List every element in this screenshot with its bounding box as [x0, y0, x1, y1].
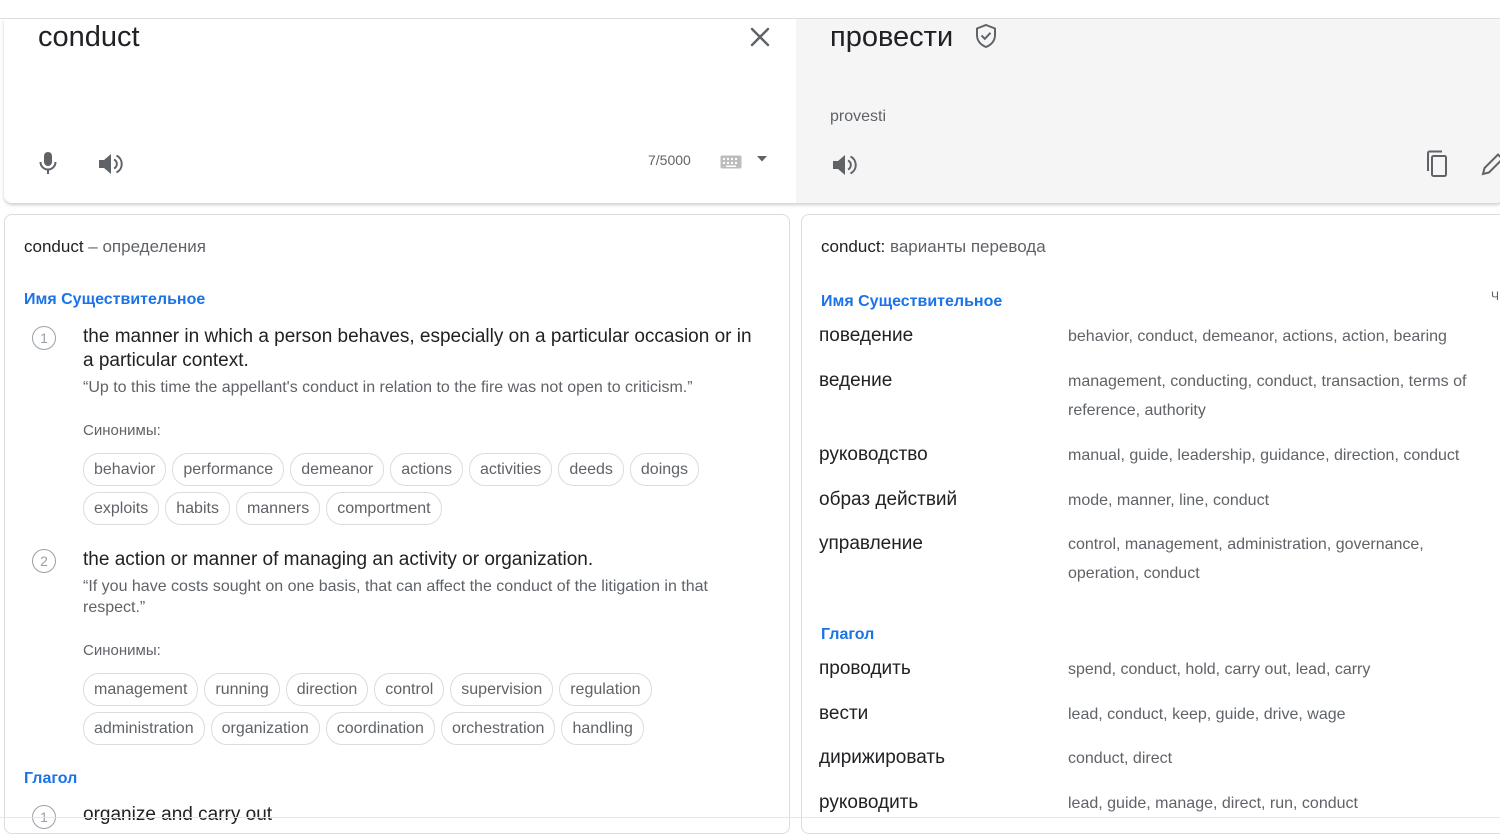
variant-word: руководство	[819, 444, 928, 465]
variant-back-translations: control, management, administration, gov…	[1068, 536, 1424, 582]
variant-back-translations: conduct, direct	[1068, 750, 1173, 767]
edit-icon[interactable]	[1480, 151, 1500, 177]
synonym-chip[interactable]: orchestration	[440, 712, 556, 745]
synonym-chip[interactable]: actions	[390, 453, 463, 486]
definition-text: organize and carry out	[83, 804, 273, 825]
variants-title: conduct: варианты перевода	[821, 237, 1046, 256]
character-count: 7/5000	[648, 152, 691, 168]
pos-noun-label: Имя Существительное	[24, 291, 206, 308]
variant-word: управление	[819, 533, 923, 554]
variant-back-translations: manual, guide, leadership, guidance, dir…	[1068, 447, 1460, 464]
synonyms-label: Синонимы:	[83, 642, 161, 659]
synonym-chip[interactable]: activities	[468, 453, 553, 486]
synonym-chip[interactable]: direction	[285, 673, 369, 706]
synonym-row: administration organization coordination…	[83, 712, 644, 745]
definitions-card: conduct – определения Имя Существительно…	[4, 214, 790, 834]
speaker-icon[interactable]	[830, 152, 860, 178]
pos-noun-label: Имя Существительное	[821, 293, 1003, 310]
synonym-chip[interactable]: exploits	[83, 492, 160, 525]
synonym-chip[interactable]: management	[83, 673, 199, 706]
definition-number: 1	[32, 326, 56, 350]
synonym-chip[interactable]: supervision	[450, 673, 554, 706]
synonym-chip[interactable]: performance	[172, 453, 285, 486]
target-pane: провести provesti	[796, 19, 1500, 203]
synonym-chip[interactable]: administration	[83, 712, 205, 745]
variant-word: дирижировать	[819, 747, 945, 768]
definition-example: “If you have costs sought on one basis, …	[83, 578, 708, 616]
definition-number: 2	[32, 549, 56, 573]
variant-back-translations: mode, manner, line, conduct	[1068, 492, 1270, 509]
synonym-chip[interactable]: demeanor	[290, 453, 385, 486]
variant-word: проводить	[819, 658, 911, 679]
definition-text: the manner in which a person behaves, es…	[83, 326, 752, 371]
synonyms-label: Синонимы:	[83, 422, 161, 439]
synonym-chip[interactable]: habits	[165, 492, 230, 525]
synonym-chip[interactable]: comportment	[326, 492, 442, 525]
synonym-chip[interactable]: regulation	[559, 673, 652, 706]
definition-example: “Up to this time the appellant's conduct…	[83, 379, 693, 396]
close-icon[interactable]	[744, 21, 776, 53]
bottom-divider	[0, 817, 1500, 818]
translation-text: провести	[830, 21, 954, 53]
copy-icon[interactable]	[1424, 149, 1450, 179]
verified-icon[interactable]	[974, 23, 998, 49]
variants-card: conduct: варианты перевода Имя Существит…	[801, 214, 1500, 834]
mic-icon[interactable]	[36, 149, 60, 177]
variant-back-translations: management, conducting, conduct, transac…	[1068, 373, 1467, 419]
synonym-chip[interactable]: manners	[235, 492, 321, 525]
pos-verb-label: Глагол	[24, 770, 78, 787]
synonym-chip[interactable]: behavior	[83, 453, 167, 486]
definition-text: the action or manner of managing an acti…	[83, 549, 594, 570]
variant-back-translations: spend, conduct, hold, carry out, lead, c…	[1068, 661, 1371, 678]
definitions-title: conduct – определения	[24, 237, 206, 256]
source-pane: conduct 7/5000	[4, 19, 796, 203]
synonym-chip[interactable]: organization	[210, 712, 320, 745]
translation-card: conduct 7/5000 провести provesti	[4, 19, 1500, 203]
synonym-chip[interactable]: handling	[561, 712, 644, 745]
variant-word: руководить	[819, 792, 919, 813]
variant-back-translations: lead, conduct, keep, guide, drive, wage	[1068, 706, 1346, 723]
synonym-row: behavior performance demeanor actions ac…	[83, 453, 700, 486]
synonym-chip[interactable]: doings	[629, 453, 700, 486]
keyboard-icon[interactable]	[720, 155, 742, 169]
synonym-chip[interactable]: coordination	[325, 712, 435, 745]
synonym-row: management running direction control sup…	[83, 673, 652, 706]
variant-word: образ действий	[819, 489, 958, 510]
synonym-chip[interactable]: running	[204, 673, 280, 706]
variant-word: поведение	[819, 325, 914, 346]
source-text-input[interactable]: conduct	[38, 21, 140, 54]
variant-word: вести	[819, 703, 869, 724]
variant-back-translations: lead, guide, manage, direct, run, conduc…	[1068, 795, 1358, 812]
dropdown-icon[interactable]	[757, 156, 767, 162]
variant-word: ведение	[819, 370, 893, 391]
variant-back-translations: behavior, conduct, demeanor, actions, ac…	[1068, 328, 1447, 345]
speaker-icon[interactable]	[96, 151, 126, 177]
transliteration: provesti	[830, 108, 887, 125]
synonym-chip[interactable]: control	[374, 673, 445, 706]
synonym-row: exploits habits manners comportment	[83, 492, 442, 525]
synonym-chip[interactable]: deeds	[558, 453, 624, 486]
pos-verb-label: Глагол	[821, 626, 875, 643]
frequency-header: Ч	[1491, 289, 1499, 303]
